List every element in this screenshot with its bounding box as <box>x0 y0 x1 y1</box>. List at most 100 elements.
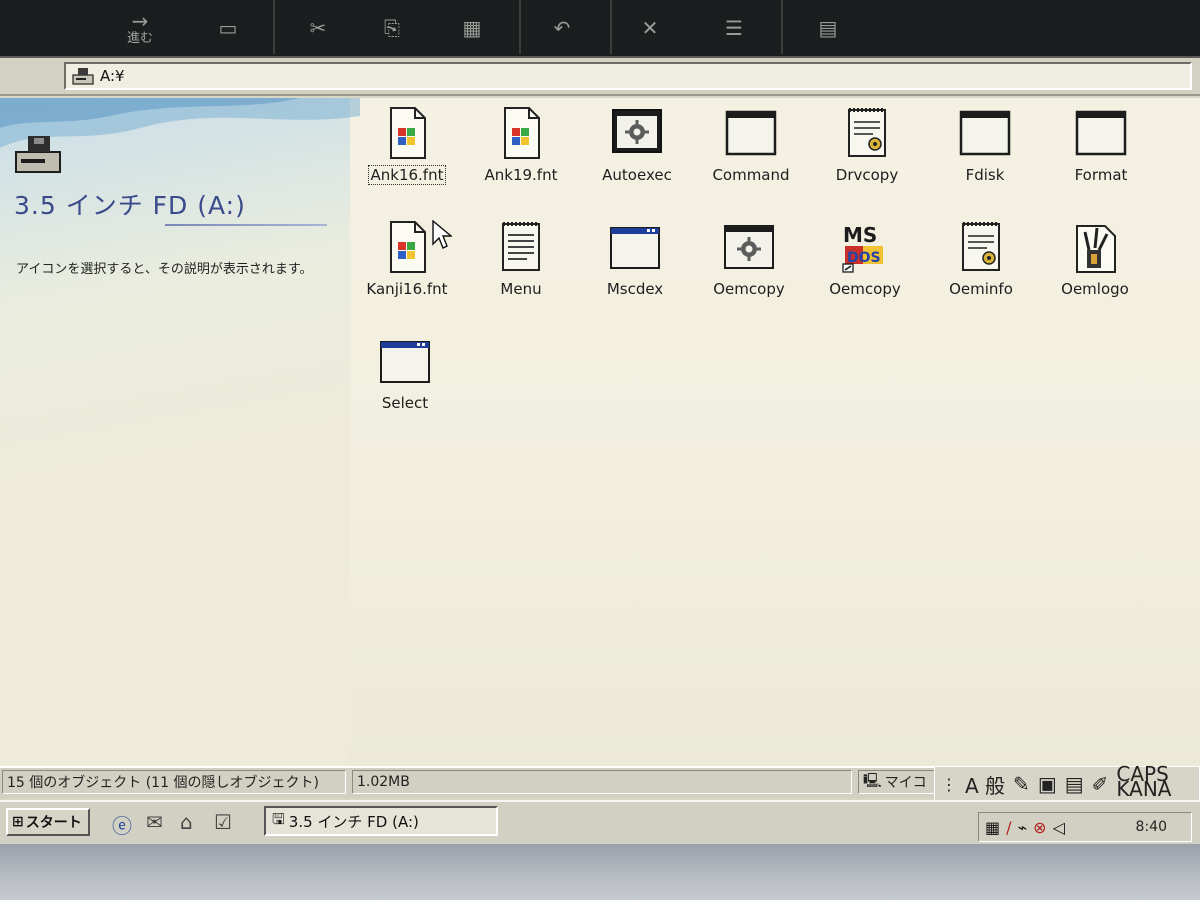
file-label: Select <box>381 394 429 412</box>
undo-icon: ↶ <box>553 16 571 40</box>
toolbar-separator <box>519 0 521 54</box>
pane-title: 3.5 インチ FD (A:) <box>14 191 246 220</box>
file-icon-fdisk[interactable]: Fdisk <box>930 106 1040 206</box>
program-window-icon <box>725 106 777 162</box>
caps-kana-indicator: CAPS KANA <box>1116 764 1171 799</box>
file-icon-autoexec[interactable]: Autoexec <box>582 106 692 206</box>
properties-button[interactable]: ☰ <box>702 4 766 52</box>
config-file-icon <box>841 106 893 162</box>
file-label: Mscdex <box>606 280 664 298</box>
cut-button[interactable]: ✂ <box>286 4 350 52</box>
file-icon-kanji16[interactable]: Kanji16.fnt <box>352 220 462 320</box>
file-icon-oemcopy-dos[interactable]: MS DOS Oemcopy <box>810 220 920 320</box>
file-icon-format[interactable]: Format <box>1046 106 1156 206</box>
config-file-icon <box>955 220 1007 276</box>
undo-button[interactable]: ↶ <box>530 4 594 52</box>
file-icon-ank16[interactable]: Ank16.fnt <box>352 106 462 206</box>
views-icon: ▤ <box>818 16 838 40</box>
toolbar-separator <box>610 0 612 54</box>
selection-size: 1.02MB <box>352 770 852 794</box>
views-button[interactable]: ▤ <box>796 4 860 52</box>
toolbar-separator <box>781 0 783 54</box>
file-icon-oemcopy-bat[interactable]: Oemcopy <box>694 220 804 320</box>
floppy-drive-icon <box>72 67 94 85</box>
properties-icon: ☰ <box>725 16 743 40</box>
file-icon-drvcopy[interactable]: Drvcopy <box>812 106 922 206</box>
ime-dictionary-icon[interactable]: ▤ <box>1065 772 1084 796</box>
title-underline <box>165 224 327 226</box>
program-window-icon <box>609 220 661 276</box>
file-icon-select[interactable]: Select <box>350 334 460 434</box>
web-view-pane: 3.5 インチ FD (A:) アイコンを選択すると、その説明が表示されます。 <box>0 98 360 766</box>
channels-icon[interactable]: ☑ <box>214 810 232 834</box>
file-label: Fdisk <box>965 166 1005 184</box>
file-label: Oemcopy <box>829 280 901 298</box>
file-label: Oeminfo <box>949 280 1013 298</box>
outlook-express-icon[interactable]: ✉ <box>146 810 163 834</box>
file-label: Command <box>712 166 790 184</box>
windows-logo-icon: ⊞ <box>12 814 24 830</box>
font-file-icon <box>381 220 433 276</box>
address-path: A:¥ <box>100 67 125 85</box>
file-icon-menu[interactable]: Menu <box>466 220 576 320</box>
internet-explorer-icon[interactable]: ⓔ <box>112 810 132 839</box>
file-label: Menu <box>500 280 542 298</box>
file-label: Autoexec <box>602 166 672 184</box>
file-label: Kanji16.fnt <box>366 280 448 298</box>
task-button-floppy[interactable]: 🖫 3.5 インチ FD (A:) <box>264 806 498 836</box>
ime-conversion-icon[interactable]: ✎ <box>1013 772 1030 796</box>
forward-label: 進む <box>126 31 153 46</box>
file-icon-mscdex[interactable]: Mscdex <box>580 220 690 320</box>
zone-indicator: 🖳 マイコ <box>858 770 936 794</box>
start-button[interactable]: ⊞ スタート <box>6 808 90 836</box>
taskbar: ⊞ スタート ⓔ ✉ ⌂ ☑ 🖫 3.5 インチ FD (A:) ▦ / ⌁ ⊗… <box>0 800 1200 844</box>
batch-file-icon <box>723 220 775 276</box>
ime-tool-icon[interactable]: ✐ <box>1092 772 1109 796</box>
file-label: Ank16.fnt <box>367 165 447 185</box>
system-tray: ▦ / ⌁ ⊗ ◁ 8:40 <box>978 812 1192 842</box>
program-window-icon <box>959 106 1011 162</box>
ime-pad-icon[interactable]: ▣ <box>1038 772 1057 796</box>
file-label: Oemcopy <box>713 280 785 298</box>
start-label: スタート <box>25 815 82 831</box>
ime-handle-icon[interactable]: ⋮ <box>941 775 957 794</box>
volume-icon[interactable]: ◁ <box>1053 818 1065 837</box>
pane-description: アイコンを選択すると、その説明が表示されます。 <box>16 262 313 277</box>
text-file-icon <box>495 220 547 276</box>
show-desktop-icon[interactable]: ⌂ <box>180 810 193 834</box>
delete-button[interactable]: ✕ <box>618 4 682 52</box>
floppy-drive-icon <box>14 134 62 174</box>
up-folder-button[interactable]: ▭ <box>196 4 260 52</box>
copy-button[interactable]: ⎘ <box>360 4 424 52</box>
explorer-content: 3.5 インチ FD (A:) アイコンを選択すると、その説明が表示されます。 … <box>0 98 1200 766</box>
file-label: Format <box>1074 166 1128 184</box>
file-icon-oemlogo[interactable]: Oemlogo <box>1040 220 1150 320</box>
ime-mode[interactable]: A 般 <box>965 770 1005 799</box>
copy-icon: ⎘ <box>384 16 400 40</box>
font-file-icon <box>495 106 547 162</box>
task-label: 3.5 インチ FD (A:) <box>288 812 419 831</box>
clock[interactable]: 8:40 <box>1136 819 1167 835</box>
program-window-icon <box>1075 106 1127 162</box>
address-bar-row: A:¥ <box>0 58 1200 96</box>
forward-button[interactable]: → 進む <box>108 4 172 52</box>
task-scheduler-icon[interactable]: ▦ <box>985 818 1000 837</box>
network-icon[interactable]: ⌁ <box>1018 818 1028 837</box>
scissors-icon: ✂ <box>309 16 327 40</box>
batch-file-icon <box>611 106 663 162</box>
folder-icon: ▭ <box>218 16 238 40</box>
paste-icon: ▦ <box>462 16 482 40</box>
file-icon-ank19[interactable]: Ank19.fnt <box>466 106 576 206</box>
font-file-icon <box>381 106 433 162</box>
address-input[interactable]: A:¥ <box>64 62 1192 90</box>
file-icon-oeminfo[interactable]: Oeminfo <box>926 220 1036 320</box>
svg-text:MS: MS <box>843 223 877 247</box>
ime-toolbar: ⋮ A 般 ✎ ▣ ▤ ✐ CAPS KANA <box>934 764 1200 802</box>
file-icon-command[interactable]: Command <box>696 106 806 206</box>
program-window-icon <box>379 334 431 390</box>
file-label: Oemlogo <box>1061 280 1129 298</box>
power-icon[interactable]: ⊗ <box>1033 818 1046 837</box>
paste-button[interactable]: ▦ <box>440 4 504 52</box>
pen-icon[interactable]: / <box>1006 818 1011 837</box>
toolbar-separator <box>273 0 275 54</box>
